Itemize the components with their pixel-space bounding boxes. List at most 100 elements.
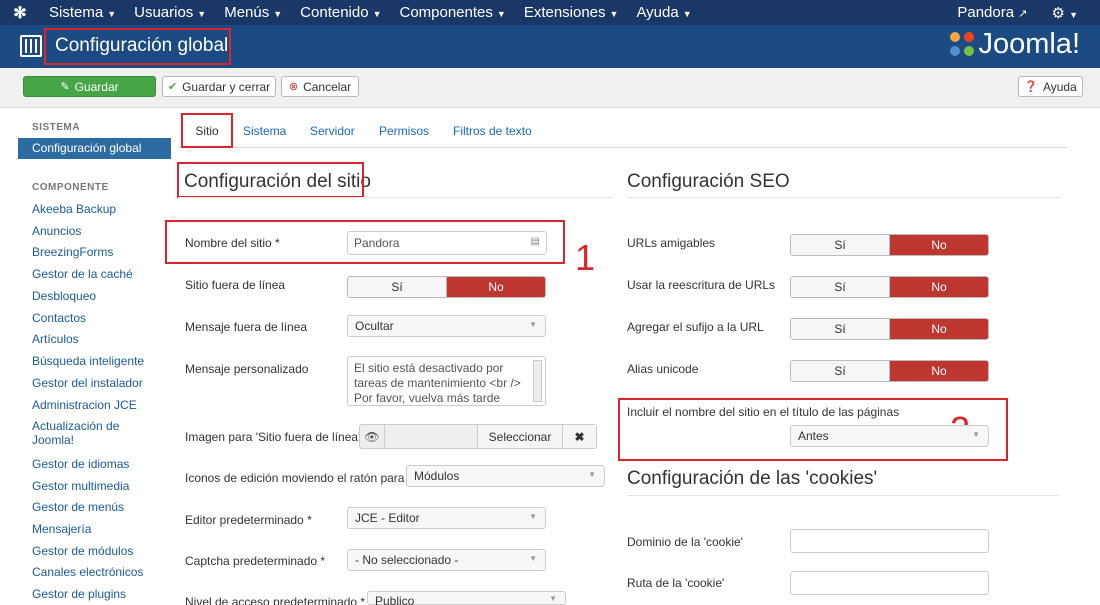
seo-config-title: Configuración SEO: [627, 171, 790, 192]
select-value: Módulos: [414, 469, 460, 483]
help-label: Ayuda: [1042, 79, 1077, 94]
question-icon: ❓: [1024, 81, 1038, 93]
save-button[interactable]: ✎ Guardar: [23, 76, 156, 97]
editor-select[interactable]: JCE - Editor ▼: [347, 507, 546, 529]
sidebar-item[interactable]: Desbloqueo: [18, 289, 96, 303]
toggle-no[interactable]: No: [890, 319, 988, 339]
help-button[interactable]: ❓ Ayuda: [1018, 76, 1083, 97]
tab-filtros[interactable]: Filtros de texto: [453, 113, 532, 148]
tab-sistema[interactable]: Sistema: [243, 113, 286, 148]
menu-componentes[interactable]: Componentes ▼: [390, 4, 514, 21]
menu-label: Componentes: [399, 4, 493, 21]
sidebar-item[interactable]: Akeeba Backup: [18, 202, 116, 216]
save-close-button[interactable]: ✔ Guardar y cerrar: [162, 76, 276, 97]
menu-label: Usuarios: [134, 4, 194, 21]
scrollbar[interactable]: [533, 360, 542, 402]
rewrite-toggle[interactable]: Sí No: [790, 276, 989, 298]
settings-menu[interactable]: ⚙ ▼: [1051, 4, 1100, 22]
sidebar-item[interactable]: Contactos: [18, 311, 86, 325]
offline-message-select[interactable]: Ocultar ▼: [347, 315, 546, 337]
menu-contenido[interactable]: Contenido ▼: [291, 4, 390, 21]
offline-image-field[interactable]: 👁 Seleccionar ✖: [359, 424, 597, 449]
sidebar-item[interactable]: Gestor del instalador: [18, 376, 143, 390]
cookie-path-input[interactable]: [790, 571, 989, 595]
sef-toggle[interactable]: Sí No: [790, 234, 989, 256]
menu-sistema[interactable]: Sistema ▼: [40, 4, 125, 21]
sidebar-item[interactable]: Anuncios: [18, 224, 81, 238]
toggle-yes[interactable]: Sí: [791, 319, 890, 339]
sitename-pages-select[interactable]: Antes ▼: [790, 425, 989, 447]
sidebar-heading-system: SISTEMA: [32, 122, 80, 133]
toggle-no[interactable]: No: [890, 361, 988, 381]
sidebar-item[interactable]: Gestor multimedia: [18, 479, 129, 493]
joomla-logo: Joomla!: [950, 28, 1080, 61]
menu-menus[interactable]: Menús ▼: [215, 4, 291, 21]
toggle-yes[interactable]: Sí: [791, 277, 890, 297]
clear-icon[interactable]: ✖: [562, 425, 596, 448]
navbar-right: Pandora ↗ ⚙ ▼: [957, 4, 1100, 22]
cookie-path-label: Ruta de la 'cookie': [627, 576, 725, 590]
eye-icon[interactable]: 👁: [360, 425, 385, 448]
joomla-icon[interactable]: ✻: [0, 3, 40, 23]
sidebar-item[interactable]: Artículos: [18, 332, 79, 346]
site-name-input[interactable]: Pandora ▤: [347, 231, 547, 255]
cookies-config-title: Configuración de las 'cookies': [627, 468, 878, 489]
toggle-yes[interactable]: Sí: [348, 277, 447, 297]
sidebar-item[interactable]: Gestor de la caché: [18, 267, 133, 281]
captcha-label: Captcha predeterminado *: [185, 554, 326, 568]
sidebar-item[interactable]: BreezingForms: [18, 245, 113, 259]
cancel-button[interactable]: ⊗ Cancelar: [281, 76, 359, 97]
menu-usuarios[interactable]: Usuarios ▼: [125, 4, 215, 21]
caret-down-icon: ▼: [682, 9, 692, 19]
top-navbar: ✻ Sistema ▼ Usuarios ▼ Menús ▼ Contenido ▼ C…: [0, 0, 1100, 25]
menu-extensiones[interactable]: Extensiones ▼: [515, 4, 628, 21]
offline-toggle[interactable]: Sí No: [347, 276, 546, 298]
edit-icons-label: Iconos de edición moviendo el ratón para: [185, 471, 405, 485]
external-link-icon: ↗: [1018, 8, 1028, 20]
caret-down-icon: ▼: [496, 9, 506, 19]
chevron-down-icon: ▼: [588, 470, 596, 479]
cookie-domain-label: Dominio de la 'cookie': [627, 535, 743, 549]
cookie-domain-input[interactable]: [790, 529, 989, 553]
menu-label: Extensiones: [523, 4, 606, 21]
sidebar-item-global-config[interactable]: Configuración global: [18, 138, 171, 159]
divider: [627, 197, 1059, 198]
toggle-no[interactable]: No: [447, 277, 545, 297]
user-link[interactable]: Pandora ↗: [957, 4, 1051, 21]
offline-label: Sitio fuera de línea: [185, 278, 286, 292]
sidebar-item[interactable]: Mensajería: [18, 522, 91, 536]
select-value: Publico: [375, 594, 415, 605]
gear-icon: ⚙: [1051, 4, 1065, 22]
sidebar-item[interactable]: Gestor de menús: [18, 500, 124, 514]
sidebar-item[interactable]: Administracion JCE: [18, 398, 137, 412]
textarea-value: El sitio está desactivado por tareas de …: [354, 361, 521, 405]
custom-message-textarea[interactable]: El sitio está desactivado por tareas de …: [347, 356, 546, 406]
tab-servidor[interactable]: Servidor: [310, 113, 355, 148]
toggle-no[interactable]: No: [890, 235, 988, 255]
select-image-button[interactable]: Seleccionar: [477, 425, 562, 448]
suffix-toggle[interactable]: Sí No: [790, 318, 989, 340]
sidebar-item[interactable]: Canales electrónicos: [18, 565, 143, 579]
cancel-label: Cancelar: [303, 79, 352, 94]
save-close-label: Guardar y cerrar: [182, 79, 271, 94]
sidebar-item[interactable]: Gestor de plugins: [18, 587, 126, 601]
sidebar-item[interactable]: Búsqueda inteligente: [18, 354, 144, 368]
offline-message-label: Mensaje fuera de línea: [185, 320, 308, 334]
access-select[interactable]: Publico ▼: [367, 591, 566, 605]
captcha-select[interactable]: - No seleccionado - ▼: [347, 549, 546, 571]
caret-down-icon: ▼: [273, 9, 283, 19]
divider: [627, 495, 1059, 496]
sidebar-item[interactable]: Gestor de idiomas: [18, 457, 129, 471]
toggle-yes[interactable]: Sí: [791, 361, 890, 381]
suffix-label: Agregar el sufijo a la URL: [627, 320, 764, 334]
sidebar-item[interactable]: Actualización de Joomla!: [18, 419, 128, 447]
toggle-yes[interactable]: Sí: [791, 235, 890, 255]
toggle-no[interactable]: No: [890, 277, 988, 297]
menu-ayuda[interactable]: Ayuda ▼: [627, 4, 700, 21]
tab-permisos[interactable]: Permisos: [379, 113, 429, 148]
unicode-toggle[interactable]: Sí No: [790, 360, 989, 382]
edit-icons-select[interactable]: Módulos ▼: [406, 465, 605, 487]
sidebar-item[interactable]: Gestor de módulos: [18, 544, 133, 558]
highlight-box-title: [44, 28, 231, 65]
tab-sitio[interactable]: Sitio: [181, 113, 233, 148]
